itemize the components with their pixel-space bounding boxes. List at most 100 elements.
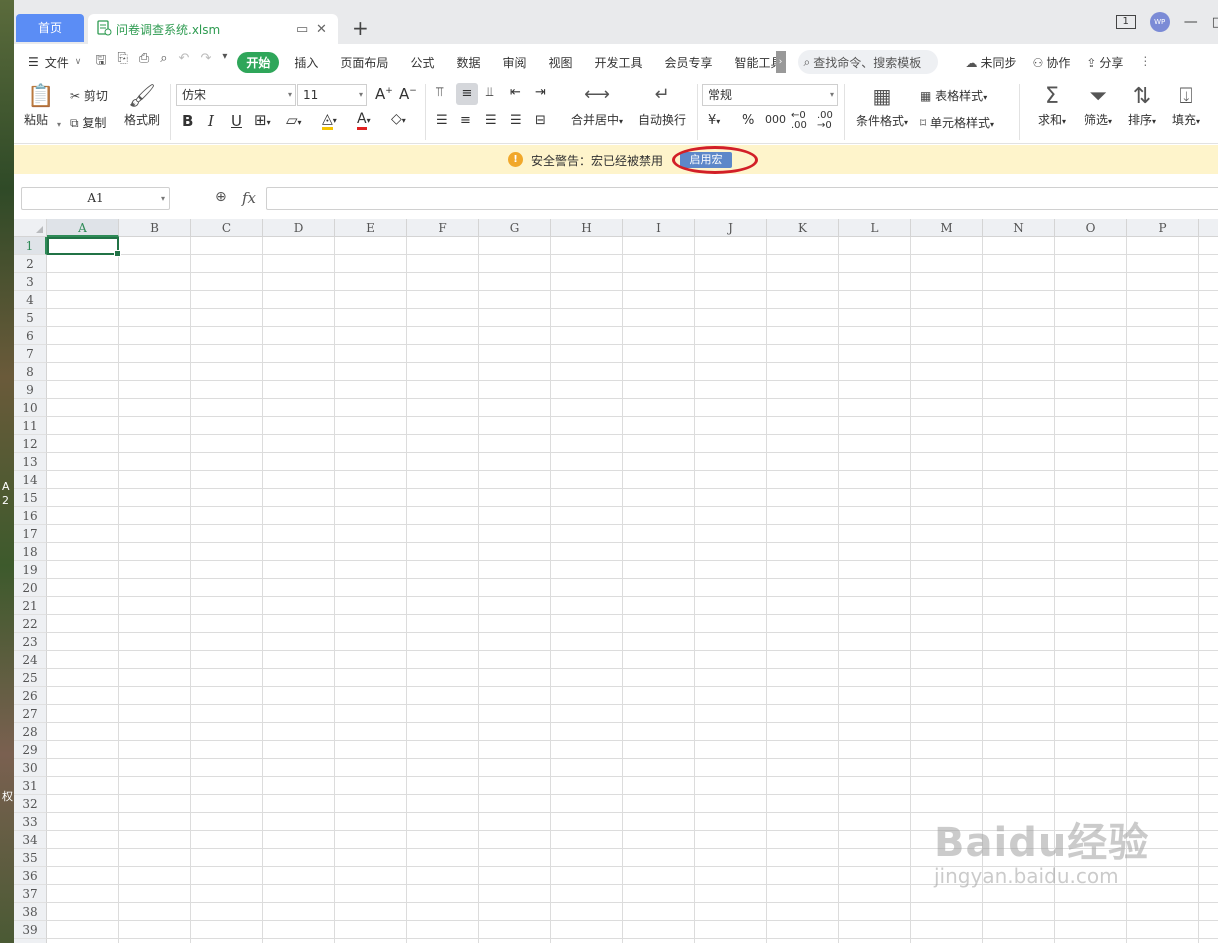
row-header[interactable]: 27 [14,705,47,723]
row-header[interactable]: 35 [14,849,47,867]
column-header[interactable]: I [623,219,695,237]
row-header[interactable]: 19 [14,561,47,579]
command-search-box[interactable]: ⌕ 查找命令、搜索模板 [797,50,938,74]
filter-button[interactable]: ⏷ 筛选▾ [1078,84,1118,128]
row-header[interactable]: 25 [14,669,47,687]
row-header[interactable]: 20 [14,579,47,597]
row-header[interactable]: 3 [14,273,47,291]
bold-icon[interactable]: B [182,112,193,130]
tab-formulas[interactable]: 公式 [399,54,445,71]
cell-area[interactable] [47,237,1218,943]
decrease-indent-icon[interactable]: ⇤ [510,85,521,100]
row-header[interactable]: 23 [14,633,47,651]
fill-color-icon[interactable]: ◬▾ [322,111,337,130]
wrap-text-button[interactable]: ↵ 自动换行 [636,84,688,128]
row-header[interactable]: 38 [14,903,47,921]
row-header[interactable]: 28 [14,723,47,741]
column-header[interactable]: H [551,219,623,237]
more-menu-icon[interactable]: ⋮ [1139,54,1151,71]
column-header[interactable]: A [47,219,119,237]
copy-button[interactable]: ⧉ 复制 [70,114,106,131]
font-color-icon[interactable]: A▾ [357,111,371,130]
row-header[interactable]: 10 [14,399,47,417]
decrease-font-icon[interactable]: A− [399,85,417,103]
sort-button[interactable]: ⇅ 排序▾ [1122,84,1162,128]
increase-font-icon[interactable]: A+ [375,85,393,103]
tab-document[interactable]: 问卷调查系统.xlsm ▭ ✕ [88,14,338,44]
minimize-icon[interactable]: — [1184,14,1198,30]
tab-member[interactable]: 会员专享 [654,54,724,71]
fill-button[interactable]: ⍗ 填充▾ [1166,84,1206,128]
select-all-corner[interactable] [14,219,47,237]
column-header[interactable]: Q [1199,219,1218,237]
row-header[interactable]: 18 [14,543,47,561]
conditional-format-button[interactable]: ▦ 条件格式▾ [852,84,912,129]
align-left-icon[interactable]: ☰ [436,113,448,128]
table-style-button[interactable]: ▦ 表格样式▾ [920,87,987,104]
decrease-decimal-icon[interactable]: .00 →0 [817,111,833,131]
row-header[interactable]: 11 [14,417,47,435]
row-header[interactable]: 29 [14,741,47,759]
print-preview-icon[interactable]: ⌕ [160,51,167,73]
row-header[interactable]: 26 [14,687,47,705]
close-tab-icon[interactable]: ✕ [316,22,327,37]
row-header[interactable]: 39 [14,921,47,939]
row-header[interactable]: 33 [14,813,47,831]
number-format-select[interactable]: 常规 ▾ [702,84,838,106]
distributed-align-icon[interactable]: ⊟ [535,113,546,128]
currency-icon[interactable]: ¥▾ [708,113,720,128]
cut-button[interactable]: ✂ 剪切 [70,87,108,104]
align-right-icon[interactable]: ☰ [485,113,497,128]
row-header[interactable]: 24 [14,651,47,669]
increase-indent-icon[interactable]: ⇥ [535,85,546,100]
row-header[interactable]: 32 [14,795,47,813]
row-header[interactable]: 22 [14,615,47,633]
row-header[interactable]: 2 [14,255,47,273]
export-icon[interactable]: ⎘ [117,51,127,73]
row-header[interactable]: 9 [14,381,47,399]
column-header[interactable]: N [983,219,1055,237]
row-header[interactable]: 37 [14,885,47,903]
align-top-icon[interactable]: ⫪ [436,85,443,100]
sync-button[interactable]: ☁ 未同步 [966,54,1017,71]
column-header[interactable]: J [695,219,767,237]
row-header[interactable]: 14 [14,471,47,489]
more-tabs-arrow-icon[interactable]: › [775,51,786,73]
new-tab-plus-icon[interactable]: + [352,16,369,40]
row-header[interactable]: 12 [14,435,47,453]
column-header[interactable]: F [407,219,479,237]
tab-home[interactable]: 首页 [16,14,84,42]
zoom-icon[interactable]: ⊕ [215,189,227,205]
paste-dropdown-icon[interactable]: ▾ [57,120,61,129]
row-header[interactable]: 1 [14,237,47,255]
align-center-icon[interactable]: ≡ [460,113,471,128]
row-header[interactable]: 21 [14,597,47,615]
row-header[interactable]: 36 [14,867,47,885]
font-size-select[interactable]: 11 ▾ [297,84,367,106]
border-icon[interactable]: ⊞▾ [254,111,271,129]
increase-decimal-icon[interactable]: ←0.00 [791,111,807,131]
row-header[interactable]: 30 [14,759,47,777]
customize-toolbar-icon[interactable]: ▾ [222,51,227,73]
tab-view[interactable]: 视图 [537,54,583,71]
clear-format-icon[interactable]: ◇▾ [391,111,406,127]
undo-icon[interactable]: ↶ [179,51,190,73]
thousands-separator-icon[interactable]: 000 [765,113,786,126]
row-header[interactable]: 6 [14,327,47,345]
tab-developer[interactable]: 开发工具 [584,54,654,71]
justify-icon[interactable]: ☰ [510,113,522,128]
merge-center-button[interactable]: ⟷ 合并居中▾ [567,84,627,128]
row-header[interactable]: 13 [14,453,47,471]
row-header[interactable]: 16 [14,507,47,525]
maximize-icon[interactable]: □ [1212,15,1218,30]
formula-input[interactable] [266,187,1218,210]
border-style-icon[interactable]: ▱▾ [286,111,302,129]
column-header[interactable]: D [263,219,335,237]
column-header[interactable]: C [191,219,263,237]
window-count-badge[interactable]: 1 [1115,15,1136,29]
tab-page-layout[interactable]: 页面布局 [329,54,399,71]
paste-button[interactable]: 📋 粘贴 [24,84,58,128]
share-button[interactable]: ⇪ 分享 [1086,54,1123,71]
align-bottom-icon[interactable]: ⫫ [486,85,493,100]
column-header[interactable]: K [767,219,839,237]
